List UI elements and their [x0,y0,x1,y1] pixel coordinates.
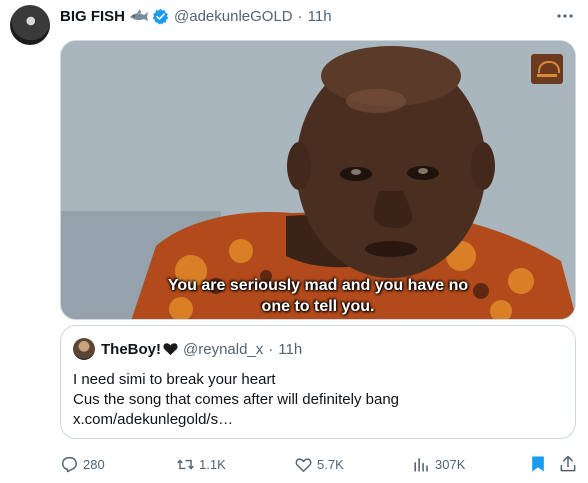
tweet-actions-bar: 280 1.1K 5.7K 307K [60,452,576,476]
quoted-tweet-header: TheBoy! @reynald_x · 11h [73,338,302,360]
reply-icon [62,456,77,472]
repost-icon [177,459,194,469]
media-caption-line1: You are seriously mad and you have no [167,277,469,294]
author-avatar[interactable] [10,5,50,45]
black-heart-emoji-icon [163,343,178,356]
share-icon[interactable] [558,454,578,474]
author-handle[interactable]: @adekunleGOLD [174,8,293,25]
quoted-tweet-card[interactable]: TheBoy! @reynald_x · 11h I need simi to … [60,325,576,439]
quoted-separator-dot: · [268,340,274,358]
quoted-text-line1: I need simi to break your heart [73,371,276,388]
views-count: 307K [435,456,466,472]
more-options-icon[interactable] [554,6,576,26]
quoted-text-line2: Cus the song that comes after will defin… [73,391,400,408]
like-count: 5.7K [317,456,344,472]
quoted-author-avatar [73,338,95,360]
quoted-author-name: TheBoy! [101,340,161,358]
quoted-author-handle: @reynald_x [183,340,264,358]
like-button[interactable]: 5.7K [294,452,344,476]
media-caption-line2: one to tell you. [261,298,375,315]
analytics-icon [414,457,428,472]
views-button[interactable]: 307K [412,452,465,476]
quoted-tweet-time: 11h [278,340,303,358]
quoted-tweet-text: I need simi to break your heart Cus the … [73,370,563,430]
author-name[interactable]: BIG FISH [60,8,125,25]
shark-emoji-icon [130,9,149,21]
repost-button[interactable]: 1.1K [176,452,226,476]
media-caption: You are seriously mad and you have no on… [61,275,575,317]
tweet-time[interactable]: 11h [308,8,332,25]
tweet-media-image[interactable]: You are seriously mad and you have no on… [60,40,576,320]
separator-dot: · [297,7,303,25]
heart-icon [295,457,312,472]
channel-logo [531,54,563,84]
quoted-text-link: x.com/adekunlegold/s… [73,411,234,428]
repost-count: 1.1K [199,456,226,472]
verified-badge-icon [152,8,169,25]
reply-count: 280 [83,456,105,472]
tweet-header: BIG FISH @adekunleGOLD · 11h [60,6,332,26]
reply-button[interactable]: 280 [60,452,105,476]
bookmark-icon[interactable] [528,454,548,474]
